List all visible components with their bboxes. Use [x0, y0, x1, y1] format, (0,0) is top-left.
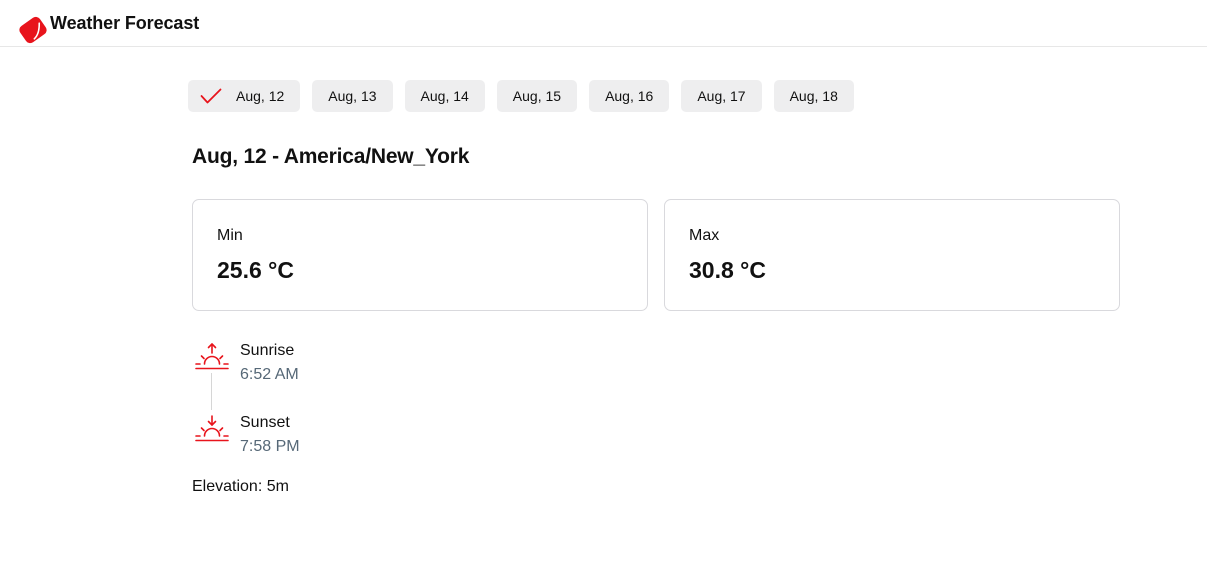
sunrise-label: Sunrise — [240, 342, 295, 359]
tab-label: Aug, 16 — [605, 88, 654, 104]
min-temp-card: Min 25.6 °C — [192, 199, 648, 311]
timeline-connector — [211, 373, 212, 410]
check-icon — [200, 88, 222, 104]
elevation-text: Elevation: 5m — [192, 478, 289, 495]
tab-aug-12[interactable]: Aug, 12 — [188, 80, 301, 112]
top-bar: Weather Forecast — [0, 0, 1207, 47]
tab-aug-18[interactable]: Aug, 18 — [773, 80, 854, 112]
sunset-time: 7:58 PM — [240, 438, 300, 455]
page-heading: Aug, 12 - America/New_York — [192, 145, 470, 168]
logo-icon — [19, 16, 47, 44]
max-label: Max — [689, 227, 720, 244]
app-title: Weather Forecast — [50, 13, 200, 33]
tab-aug-16[interactable]: Aug, 16 — [589, 80, 670, 112]
tab-aug-15[interactable]: Aug, 15 — [496, 80, 578, 112]
tab-label: Aug, 18 — [789, 88, 838, 104]
tab-label: Aug, 14 — [420, 88, 469, 104]
tab-label: Aug, 12 — [236, 88, 285, 104]
min-value: 25.6 °C — [217, 257, 294, 283]
tab-label: Aug, 17 — [697, 88, 746, 104]
tab-label: Aug, 13 — [328, 88, 377, 104]
tab-label: Aug, 15 — [512, 88, 562, 104]
date-tabs: Aug, 12 Aug, 13 Aug, 14 Aug, 15 Aug, 16 … — [188, 80, 854, 112]
max-value: 30.8 °C — [689, 257, 766, 283]
tab-aug-13[interactable]: Aug, 13 — [312, 80, 393, 112]
min-label: Min — [217, 227, 243, 244]
sunrise-icon — [195, 343, 229, 370]
tab-aug-14[interactable]: Aug, 14 — [404, 80, 485, 112]
sunset-icon — [195, 415, 229, 442]
max-temp-card: Max 30.8 °C — [664, 199, 1120, 311]
sunset-label: Sunset — [240, 414, 290, 431]
tab-aug-17[interactable]: Aug, 17 — [681, 80, 762, 112]
sunrise-time: 6:52 AM — [240, 366, 299, 383]
